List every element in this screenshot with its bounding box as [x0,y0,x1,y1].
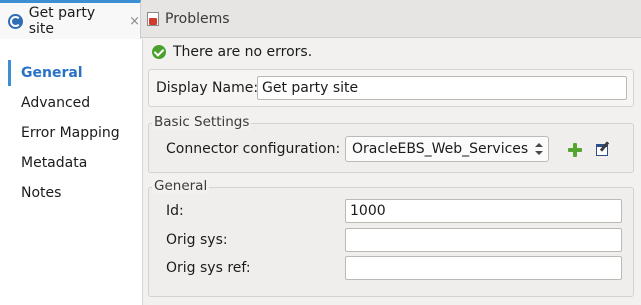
tab-get-party-site[interactable]: Get party site × [0,0,141,39]
sidebar-item-notes[interactable]: Notes [21,185,61,201]
display-name-label: Display Name: [156,80,259,96]
editor-tab-bar: Get party site × Problems [0,0,641,39]
select-arrows-icon [535,141,543,157]
tab-label: Problems [165,11,230,27]
basic-settings-title: Basic Settings [152,114,252,130]
edit-icon[interactable] [596,141,611,156]
sidebar-item-metadata[interactable]: Metadata [21,155,87,171]
id-field[interactable]: 1000 [345,199,622,223]
mule-connector-icon [8,13,23,29]
problems-icon [146,11,160,27]
close-icon[interactable]: × [129,14,140,29]
general-group: Id: 1000 Orig sys: Orig sys ref: [148,187,634,297]
id-label: Id: [166,203,184,219]
connector-config-select[interactable]: OracleEBS_Web_Services [345,136,549,162]
check-icon [152,45,166,59]
display-name-field[interactable]: Get party site [257,76,627,100]
orig-sys-ref-field[interactable] [345,256,622,280]
general-title: General [152,178,210,194]
status-message: There are no errors. [152,43,312,61]
sidebar-item-general[interactable]: General [21,65,83,81]
tab-problems[interactable]: Problems [146,0,230,38]
sidebar-item-advanced[interactable]: Advanced [21,95,90,111]
basic-settings-group: Connector configuration: OracleEBS_Web_S… [148,123,634,173]
display-name-row: Display Name: Get party site [148,69,634,107]
properties-panel: There are no errors. Display Name: Get p… [144,39,641,305]
plus-icon[interactable] [568,143,582,157]
connector-config-label: Connector configuration: [166,141,341,157]
status-text: There are no errors. [173,44,313,60]
connector-config-value: OracleEBS_Web_Services [352,141,529,157]
active-indicator [8,60,11,86]
orig-sys-ref-label: Orig sys ref: [166,260,251,276]
orig-sys-label: Orig sys: [166,232,228,248]
tab-label: Get party site [28,5,96,37]
sidebar-item-error-mapping[interactable]: Error Mapping [21,125,120,141]
properties-sidebar: General Advanced Error Mapping Metadata … [0,39,143,305]
orig-sys-field[interactable] [345,228,622,252]
